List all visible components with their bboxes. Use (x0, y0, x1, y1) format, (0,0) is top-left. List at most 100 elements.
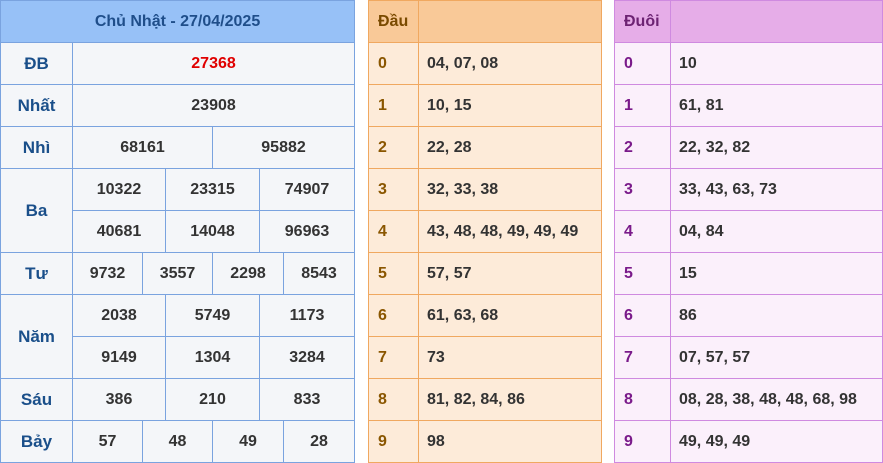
prize-ba-value: 40681 (72, 210, 166, 253)
prize-label-ba: Ba (0, 168, 73, 253)
dau-header-row: Đầu (368, 0, 602, 43)
duoi-row: 6 86 (614, 294, 883, 337)
duoi-key: 8 (614, 378, 671, 421)
duoi-key: 7 (614, 336, 671, 379)
prize-ba-value: 10322 (72, 168, 166, 211)
prize-tu-value: 9732 (72, 252, 143, 295)
dau-values: 22, 28 (418, 126, 602, 169)
prize-label-sau: Sáu (0, 378, 73, 421)
dau-values: 73 (418, 336, 602, 379)
prize-row-bay: Bảy 57 48 49 28 (0, 420, 356, 463)
prize-nam-value: 2038 (72, 294, 166, 337)
dau-key: 1 (368, 84, 419, 127)
dau-key: 5 (368, 252, 419, 295)
dau-row: 3 32, 33, 38 (368, 168, 602, 211)
dau-values: 10, 15 (418, 84, 602, 127)
dau-key: 4 (368, 210, 419, 253)
duoi-values: 22, 32, 82 (670, 126, 883, 169)
prize-label-nam: Năm (0, 294, 73, 379)
dau-key: 8 (368, 378, 419, 421)
dau-row: 2 22, 28 (368, 126, 602, 169)
duoi-table: Đuôi 0 10 1 61, 81 2 22, 32, 82 3 33, 43, 63… (614, 0, 883, 463)
results-table: Chủ Nhật - 27/04/2025 ĐB 27368 Nhất 2390… (0, 0, 356, 463)
prize-sau-value: 386 (72, 378, 166, 421)
prize-tu-value: 8543 (282, 252, 356, 295)
dau-key: 9 (368, 420, 419, 463)
duoi-values: 15 (670, 252, 883, 295)
duoi-values: 07, 57, 57 (670, 336, 883, 379)
prize-nam-value: 5749 (165, 294, 260, 337)
dau-values: 57, 57 (418, 252, 602, 295)
prize-row-nam: Năm 2038 5749 1173 (0, 294, 356, 379)
duoi-key: 5 (614, 252, 671, 295)
dau-values: 81, 82, 84, 86 (418, 378, 602, 421)
duoi-values: 04, 84 (670, 210, 883, 253)
results-date-title: Chủ Nhật - 27/04/2025 (0, 0, 356, 43)
prize-row-sau: Sáu 386 210 833 (0, 378, 356, 421)
duoi-row: 7 07, 57, 57 (614, 336, 883, 379)
duoi-key: 6 (614, 294, 671, 337)
prize-bay-value: 28 (282, 420, 356, 463)
duoi-header-blank (670, 0, 883, 43)
dau-row: 9 98 (368, 420, 602, 463)
duoi-values: 10 (670, 42, 883, 85)
duoi-header-label: Đuôi (614, 0, 671, 43)
dau-row: 6 61, 63, 68 (368, 294, 602, 337)
dau-key: 2 (368, 126, 419, 169)
prize-label-bay: Bảy (0, 420, 73, 463)
prize-sau-value: 210 (165, 378, 260, 421)
prize-nhi-value: 68161 (72, 126, 213, 169)
prize-row-nhi: Nhì 68161 95882 (0, 126, 356, 169)
prize-nam-value: 1173 (258, 294, 356, 337)
dau-header-blank (418, 0, 602, 43)
duoi-key: 9 (614, 420, 671, 463)
prize-label-db: ĐB (0, 42, 73, 85)
dau-row: 1 10, 15 (368, 84, 602, 127)
dau-values: 32, 33, 38 (418, 168, 602, 211)
dau-table: Đầu 0 04, 07, 08 1 10, 15 2 22, 28 3 32, 33,… (368, 0, 602, 463)
results-header-row: Chủ Nhật - 27/04/2025 (0, 0, 356, 43)
duoi-key: 1 (614, 84, 671, 127)
dau-key: 3 (368, 168, 419, 211)
prize-ba-value: 74907 (258, 168, 356, 211)
prize-row-nhat: Nhất 23908 (0, 84, 356, 127)
duoi-header-row: Đuôi (614, 0, 883, 43)
dau-key: 0 (368, 42, 419, 85)
duoi-values: 08, 28, 38, 48, 48, 68, 98 (670, 378, 883, 421)
duoi-values: 33, 43, 63, 73 (670, 168, 883, 211)
prize-nam-value: 1304 (165, 336, 260, 379)
prize-label-tu: Tư (0, 252, 73, 295)
prize-bay-value: 49 (212, 420, 284, 463)
prize-tu-value: 3557 (142, 252, 213, 295)
dau-values: 98 (418, 420, 602, 463)
dau-header-label: Đầu (368, 0, 419, 43)
prize-tu-value: 2298 (212, 252, 284, 295)
dau-key: 7 (368, 336, 419, 379)
duoi-row: 0 10 (614, 42, 883, 85)
duoi-row: 9 49, 49, 49 (614, 420, 883, 463)
prize-bay-value: 48 (142, 420, 213, 463)
prize-row-tu: Tư 9732 3557 2298 8543 (0, 252, 356, 295)
prize-nhi-value: 95882 (211, 126, 356, 169)
dau-values: 04, 07, 08 (418, 42, 602, 85)
prize-ba-value: 96963 (258, 210, 356, 253)
duoi-row: 8 08, 28, 38, 48, 48, 68, 98 (614, 378, 883, 421)
duoi-key: 3 (614, 168, 671, 211)
duoi-row: 1 61, 81 (614, 84, 883, 127)
prize-bay-value: 57 (72, 420, 143, 463)
dau-row: 4 43, 48, 48, 49, 49, 49 (368, 210, 602, 253)
prize-ba-value: 14048 (165, 210, 260, 253)
duoi-values: 61, 81 (670, 84, 883, 127)
prize-label-nhat: Nhất (0, 84, 73, 127)
duoi-row: 3 33, 43, 63, 73 (614, 168, 883, 211)
prize-row-db: ĐB 27368 (0, 42, 356, 85)
duoi-key: 4 (614, 210, 671, 253)
dau-values: 43, 48, 48, 49, 49, 49 (418, 210, 602, 253)
duoi-values: 86 (670, 294, 883, 337)
duoi-key: 0 (614, 42, 671, 85)
duoi-row: 4 04, 84 (614, 210, 883, 253)
prize-db-value: 27368 (71, 42, 356, 85)
dau-values: 61, 63, 68 (418, 294, 602, 337)
prize-sau-value: 833 (258, 378, 356, 421)
prize-ba-value: 23315 (165, 168, 260, 211)
